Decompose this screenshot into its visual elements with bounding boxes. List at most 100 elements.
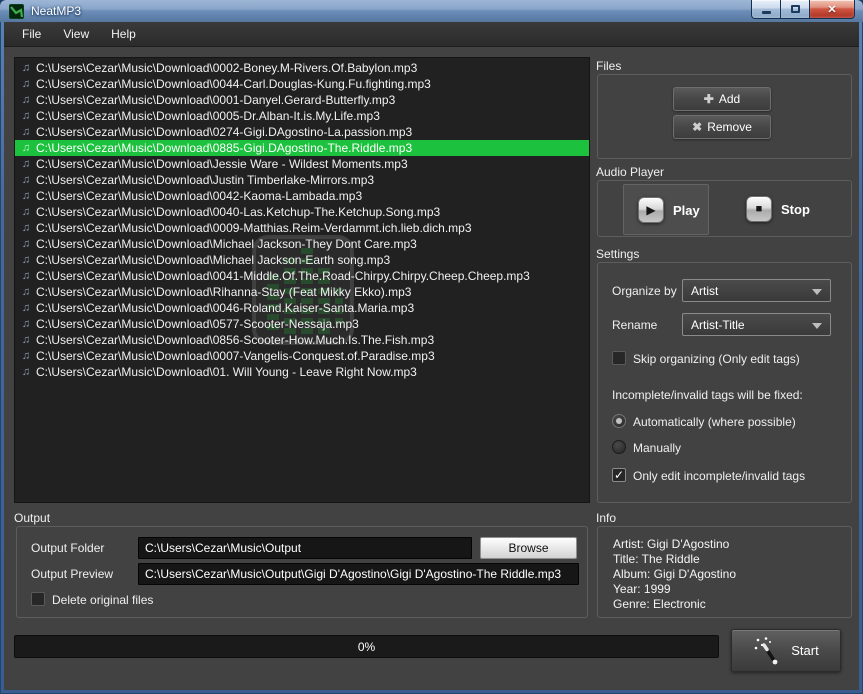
start-button-label: Start [791, 643, 819, 658]
list-item[interactable]: ♫ C:\Users\Cezar\Music\Download\0577-Scoo… [15, 316, 589, 332]
list-item[interactable]: ♫ C:\Users\Cezar\Music\Download\Rihanna-S… [15, 284, 589, 300]
settings-groupbox: Organize by Artist Rename Artist-Title S… [597, 262, 852, 503]
radio-manually[interactable] [612, 440, 626, 454]
only-edit-checkbox[interactable]: ✓ [612, 468, 626, 482]
menu-file[interactable]: File [14, 24, 49, 44]
menu-help[interactable]: Help [103, 24, 144, 44]
magic-wand-icon [754, 636, 778, 664]
info-lines: Artist: Gigi D'Agostino Title: The Riddle… [613, 537, 736, 612]
music-note-icon: ♫ [21, 126, 31, 138]
radio-automatically-label: Automatically (where possible) [633, 415, 796, 429]
music-note-icon: ♫ [21, 190, 31, 202]
minimize-button[interactable] [751, 0, 781, 19]
list-item[interactable]: ♫ C:\Users\Cezar\Music\Download\0040-Las.… [15, 204, 589, 220]
info-line: Album: Gigi D'Agostino [613, 567, 737, 581]
info-groupbox: Artist: Gigi D'Agostino Title: The Riddle… [597, 526, 852, 618]
list-item[interactable]: ♫ C:\Users\Cezar\Music\Download\Justin Ti… [15, 172, 589, 188]
file-path: C:\Users\Cezar\Music\Download\0005-Dr.Al… [36, 109, 380, 123]
output-preview-label: Output Preview [31, 567, 114, 581]
music-note-icon: ♫ [21, 318, 31, 330]
skip-organizing-checkbox[interactable] [612, 351, 626, 365]
app-window: NeatMP3 ✕ File View Help ♫ C:\Users\Ceza… [0, 0, 863, 694]
music-note-icon: ♫ [21, 94, 31, 106]
file-list[interactable]: ♫ C:\Users\Cezar\Music\Download\0002-Bone… [14, 57, 590, 503]
browse-button[interactable]: Browse [480, 537, 577, 559]
organize-by-dropdown[interactable]: Artist [682, 279, 831, 302]
info-line: Title: The Riddle [613, 552, 700, 566]
rename-dropdown[interactable]: Artist-Title [682, 313, 831, 336]
list-item[interactable]: ♫ C:\Users\Cezar\Music\Download\0007-Vang… [15, 348, 589, 364]
file-path: C:\Users\Cezar\Music\Download\0042-Kaoma… [36, 189, 363, 203]
title-bar[interactable]: NeatMP3 ✕ [0, 0, 863, 22]
skip-organizing-label: Skip organizing (Only edit tags) [633, 352, 800, 366]
info-line: Artist: Gigi D'Agostino [613, 537, 730, 551]
list-item[interactable]: ♫ C:\Users\Cezar\Music\Download\0046-Rola… [15, 300, 589, 316]
stop-button[interactable]: ■ Stop [746, 196, 810, 222]
list-item[interactable]: ♫ C:\Users\Cezar\Music\Download\0885-Gigi… [15, 140, 589, 156]
play-label: Play [673, 202, 700, 218]
file-path: C:\Users\Cezar\Music\Download\0274-Gigi.… [36, 125, 413, 139]
audio-player-groupbox: ▶ Play ■ Stop [597, 180, 852, 237]
browse-button-label: Browse [508, 541, 549, 555]
close-icon: ✕ [827, 3, 837, 16]
list-item[interactable]: ♫ C:\Users\Cezar\Music\Download\0274-Gigi… [15, 124, 589, 140]
file-path: C:\Users\Cezar\Music\Download\0885-Gigi.… [36, 141, 413, 155]
list-item[interactable]: ♫ C:\Users\Cezar\Music\Download\0856-Scoo… [15, 332, 589, 348]
music-note-icon: ♫ [21, 366, 31, 378]
file-path: C:\Users\Cezar\Music\Download\0040-Las.K… [36, 205, 441, 219]
audio-player-section-label: Audio Player [596, 165, 665, 179]
remove-button[interactable]: ✖ Remove [673, 115, 771, 139]
music-note-icon: ♫ [21, 334, 31, 346]
music-note-icon: ♫ [21, 238, 31, 250]
music-note-icon: ♫ [21, 206, 31, 218]
progress-bar: 0% [14, 635, 719, 658]
music-note-icon: ♫ [21, 62, 31, 74]
remove-button-label: Remove [707, 120, 752, 134]
list-item[interactable]: ♫ C:\Users\Cezar\Music\Download\0002-Bone… [15, 60, 589, 76]
file-path: C:\Users\Cezar\Music\Download\0001-Danye… [36, 93, 396, 107]
music-note-icon: ♫ [21, 158, 31, 170]
music-note-icon: ♫ [21, 350, 31, 362]
menu-view[interactable]: View [55, 24, 97, 44]
x-icon: ✖ [692, 120, 703, 134]
rename-value: Artist-Title [691, 317, 745, 332]
music-note-icon: ♫ [21, 254, 31, 266]
list-item[interactable]: ♫ C:\Users\Cezar\Music\Download\0041-Midd… [15, 268, 589, 284]
list-item[interactable]: ♫ C:\Users\Cezar\Music\Download\01. Will … [15, 364, 589, 380]
delete-original-checkbox[interactable] [31, 592, 45, 606]
file-path: C:\Users\Cezar\Music\Download\Jessie War… [36, 157, 408, 171]
music-note-icon: ♫ [21, 270, 31, 282]
music-note-icon: ♫ [21, 222, 31, 234]
music-note-icon: ♫ [21, 174, 31, 186]
info-line: Genre: Electronic [613, 597, 706, 611]
list-item[interactable]: ♫ C:\Users\Cezar\Music\Download\Michael J… [15, 236, 589, 252]
output-folder-input[interactable] [138, 537, 472, 559]
settings-section-label: Settings [596, 247, 640, 261]
window-title: NeatMP3 [31, 4, 82, 18]
play-button[interactable]: ▶ Play [623, 184, 709, 235]
add-button[interactable]: ✚ Add [673, 87, 771, 111]
list-item[interactable]: ♫ C:\Users\Cezar\Music\Download\Jessie Wa… [15, 156, 589, 172]
radio-automatically[interactable] [612, 414, 626, 428]
file-path: C:\Users\Cezar\Music\Download\0009-Matth… [36, 221, 472, 235]
list-item[interactable]: ♫ C:\Users\Cezar\Music\Download\0042-Kaom… [15, 188, 589, 204]
music-note-icon: ♫ [21, 142, 31, 154]
music-note-icon: ♫ [21, 302, 31, 314]
file-list-rows: ♫ C:\Users\Cezar\Music\Download\0002-Bone… [15, 60, 589, 380]
maximize-button[interactable] [781, 0, 810, 19]
close-button[interactable]: ✕ [810, 0, 855, 19]
add-button-label: Add [718, 92, 741, 106]
info-line: Year: 1999 [613, 582, 671, 596]
list-item[interactable]: ♫ C:\Users\Cezar\Music\Download\0001-Dany… [15, 92, 589, 108]
list-item[interactable]: ♫ C:\Users\Cezar\Music\Download\0005-Dr.A… [15, 108, 589, 124]
menu-bar: File View Help [4, 22, 859, 47]
start-button[interactable]: Start [731, 629, 841, 672]
output-preview-input[interactable] [138, 563, 579, 585]
organize-by-label: Organize by [612, 284, 677, 298]
music-note-icon: ♫ [21, 110, 31, 122]
list-item[interactable]: ♫ C:\Users\Cezar\Music\Download\0009-Matt… [15, 220, 589, 236]
list-item[interactable]: ♫ C:\Users\Cezar\Music\Download\0044-Carl… [15, 76, 589, 92]
files-groupbox: ✚ Add ✖ Remove [597, 74, 852, 159]
list-item[interactable]: ♫ C:\Users\Cezar\Music\Download\Michael J… [15, 252, 589, 268]
info-section-label: Info [596, 511, 617, 525]
